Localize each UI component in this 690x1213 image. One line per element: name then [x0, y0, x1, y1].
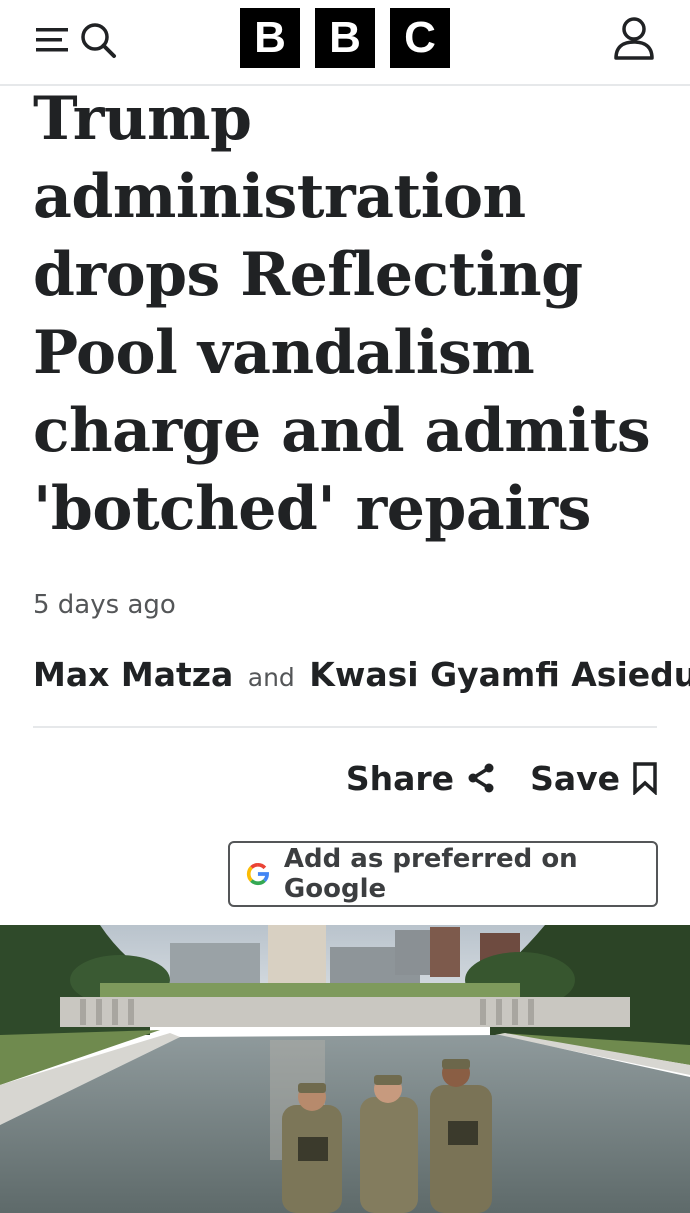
share-icon [468, 763, 494, 793]
account-icon [614, 17, 654, 60]
bbc-logo[interactable]: B B C [240, 8, 450, 68]
author-name[interactable]: Max Matza [33, 655, 233, 694]
add-preferred-google-button[interactable]: Add as preferred on Google [228, 841, 658, 907]
article-headline: Trump administration drops Reflecting Po… [33, 84, 651, 544]
article-image [0, 925, 690, 1213]
menu-icon [36, 28, 68, 52]
article-photo [0, 925, 690, 1213]
google-button-label: Add as preferred on Google [283, 844, 578, 904]
account-button[interactable] [612, 16, 656, 62]
logo-letter: C [390, 8, 450, 68]
search-icon [81, 23, 116, 58]
bookmark-icon [633, 762, 657, 795]
save-button[interactable]: Save [530, 759, 658, 798]
menu-search-button[interactable] [34, 20, 118, 60]
save-label: Save [530, 758, 620, 798]
divider [33, 726, 657, 728]
top-navigation-bar: B B C [0, 0, 690, 86]
article-actions: Share Save [346, 752, 658, 804]
byline: Max Matza and Kwasi Gyamfi Asiedu [33, 655, 690, 694]
logo-letter: B [315, 8, 375, 68]
logo-letter: B [240, 8, 300, 68]
share-button[interactable]: Share [346, 759, 496, 798]
google-icon [246, 862, 269, 886]
byline-conjunction: and [247, 663, 295, 692]
author-name[interactable]: Kwasi Gyamfi Asiedu [309, 655, 690, 694]
article-timestamp: 5 days ago [33, 590, 176, 620]
share-label: Share [345, 758, 455, 798]
